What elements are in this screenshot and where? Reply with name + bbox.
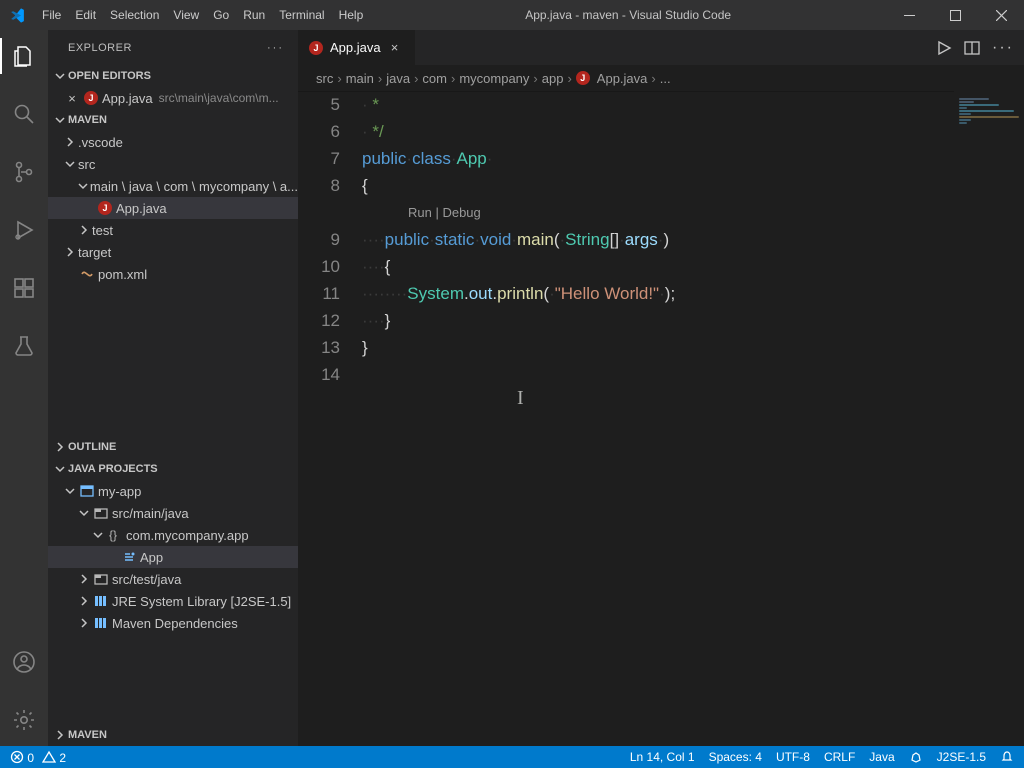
menu-selection[interactable]: Selection — [103, 0, 166, 30]
minimize-button[interactable] — [886, 0, 932, 30]
source-control-activity-icon[interactable] — [0, 154, 48, 190]
status-eol[interactable]: CRLF — [824, 750, 855, 764]
menu-edit[interactable]: Edit — [68, 0, 103, 30]
menu-bar: File Edit Selection View Go Run Terminal… — [35, 0, 370, 30]
text-cursor-icon: I — [517, 385, 524, 412]
library-icon — [92, 616, 110, 630]
accounts-icon[interactable] — [0, 644, 48, 680]
status-feedback-icon[interactable] — [909, 750, 923, 764]
explorer-activity-icon[interactable] — [0, 38, 48, 74]
settings-gear-icon[interactable] — [0, 702, 48, 738]
more-icon[interactable]: ··· — [992, 39, 1014, 57]
tab-label: App.java — [330, 40, 381, 55]
breadcrumb[interactable]: src› main› java› com› mycompany› app› JA… — [298, 65, 1024, 91]
status-warnings[interactable]: 2 — [42, 750, 66, 765]
more-icon[interactable]: ··· — [267, 42, 284, 54]
status-bar: 0 2 Ln 14, Col 1 Spaces: 4 UTF-8 CRLF Ja… — [0, 746, 1024, 768]
extensions-activity-icon[interactable] — [0, 270, 48, 306]
tree-folder-src[interactable]: src — [48, 153, 298, 175]
java-error-file-icon: J — [82, 91, 100, 105]
status-jdk[interactable]: J2SE-1.5 — [937, 750, 986, 764]
codelens-run-debug[interactable]: Run | Debug — [362, 199, 1024, 226]
status-language[interactable]: Java — [869, 750, 894, 764]
java-src-main[interactable]: src/main/java — [48, 502, 298, 524]
menu-view[interactable]: View — [166, 0, 206, 30]
java-class-app[interactable]: App — [48, 546, 298, 568]
java-src-test[interactable]: src/test/java — [48, 568, 298, 590]
open-editors-section-header[interactable]: OPEN EDITORS — [48, 65, 298, 87]
status-errors[interactable]: 0 — [10, 750, 34, 765]
maximize-button[interactable] — [932, 0, 978, 30]
svg-text:{}: {} — [109, 528, 117, 542]
status-spaces[interactable]: Spaces: 4 — [709, 750, 762, 764]
outline-section-header[interactable]: OUTLINE — [48, 436, 298, 458]
project-icon — [78, 484, 96, 498]
java-error-file-icon: J — [308, 41, 324, 55]
editor-tab-bar: J App.java × ··· — [298, 30, 1024, 65]
menu-run[interactable]: Run — [236, 0, 272, 30]
class-icon — [120, 550, 138, 564]
library-icon — [92, 594, 110, 608]
run-icon[interactable] — [936, 40, 952, 56]
split-editor-icon[interactable] — [964, 40, 980, 56]
tree-file-app-java[interactable]: J App.java — [48, 197, 298, 219]
line-gutter: 567891011121314 — [298, 91, 362, 746]
testing-activity-icon[interactable] — [0, 328, 48, 364]
open-editor-item[interactable]: × J App.java src\main\java\com\m... — [48, 87, 298, 109]
editor-tab[interactable]: J App.java × — [298, 30, 416, 65]
workspace-folder-header[interactable]: MAVEN — [48, 109, 298, 131]
java-project-root[interactable]: my-app — [48, 480, 298, 502]
menu-terminal[interactable]: Terminal — [272, 0, 331, 30]
package-root-icon — [92, 572, 110, 586]
tree-folder-target[interactable]: target — [48, 241, 298, 263]
activity-bar — [0, 30, 48, 746]
java-error-file-icon: J — [576, 71, 590, 85]
status-encoding[interactable]: UTF-8 — [776, 750, 810, 764]
xml-file-icon — [78, 267, 96, 281]
package-icon: {} — [106, 528, 124, 542]
tree-file-pom[interactable]: pom.xml — [48, 263, 298, 285]
close-window-button[interactable] — [978, 0, 1024, 30]
status-bell-icon[interactable] — [1000, 750, 1014, 764]
status-lncol[interactable]: Ln 14, Col 1 — [630, 750, 695, 764]
java-error-file-icon: J — [96, 201, 114, 215]
minimap[interactable] — [954, 91, 1024, 746]
close-icon[interactable]: × — [62, 91, 82, 106]
code-editor[interactable]: 567891011121314 · * · */ public·class·Ap… — [298, 91, 1024, 746]
maven-section-header[interactable]: MAVEN — [48, 724, 298, 746]
maven-dependencies[interactable]: Maven Dependencies — [48, 612, 298, 634]
vscode-logo-icon — [0, 7, 35, 24]
tree-folder-mainpath[interactable]: main \ java \ com \ mycompany \ a... — [48, 175, 298, 197]
run-debug-activity-icon[interactable] — [0, 212, 48, 248]
menu-help[interactable]: Help — [332, 0, 371, 30]
editor-area: J App.java × ··· src› main› java› com› m… — [298, 30, 1024, 746]
menu-go[interactable]: Go — [206, 0, 236, 30]
menu-file[interactable]: File — [35, 0, 68, 30]
close-tab-icon[interactable]: × — [387, 40, 403, 55]
title-bar: File Edit Selection View Go Run Terminal… — [0, 0, 1024, 30]
package-root-icon — [92, 506, 110, 520]
window-title: App.java - maven - Visual Studio Code — [370, 8, 886, 22]
java-projects-section-header[interactable]: JAVA PROJECTS — [48, 458, 298, 480]
tree-folder-test[interactable]: test — [48, 219, 298, 241]
explorer-title: EXPLORER — [68, 42, 132, 54]
explorer-sidebar: EXPLORER ··· OPEN EDITORS × J App.java s… — [48, 30, 298, 746]
jre-library[interactable]: JRE System Library [J2SE-1.5] — [48, 590, 298, 612]
search-activity-icon[interactable] — [0, 96, 48, 132]
java-package[interactable]: {} com.mycompany.app — [48, 524, 298, 546]
tree-folder-vscode[interactable]: .vscode — [48, 131, 298, 153]
